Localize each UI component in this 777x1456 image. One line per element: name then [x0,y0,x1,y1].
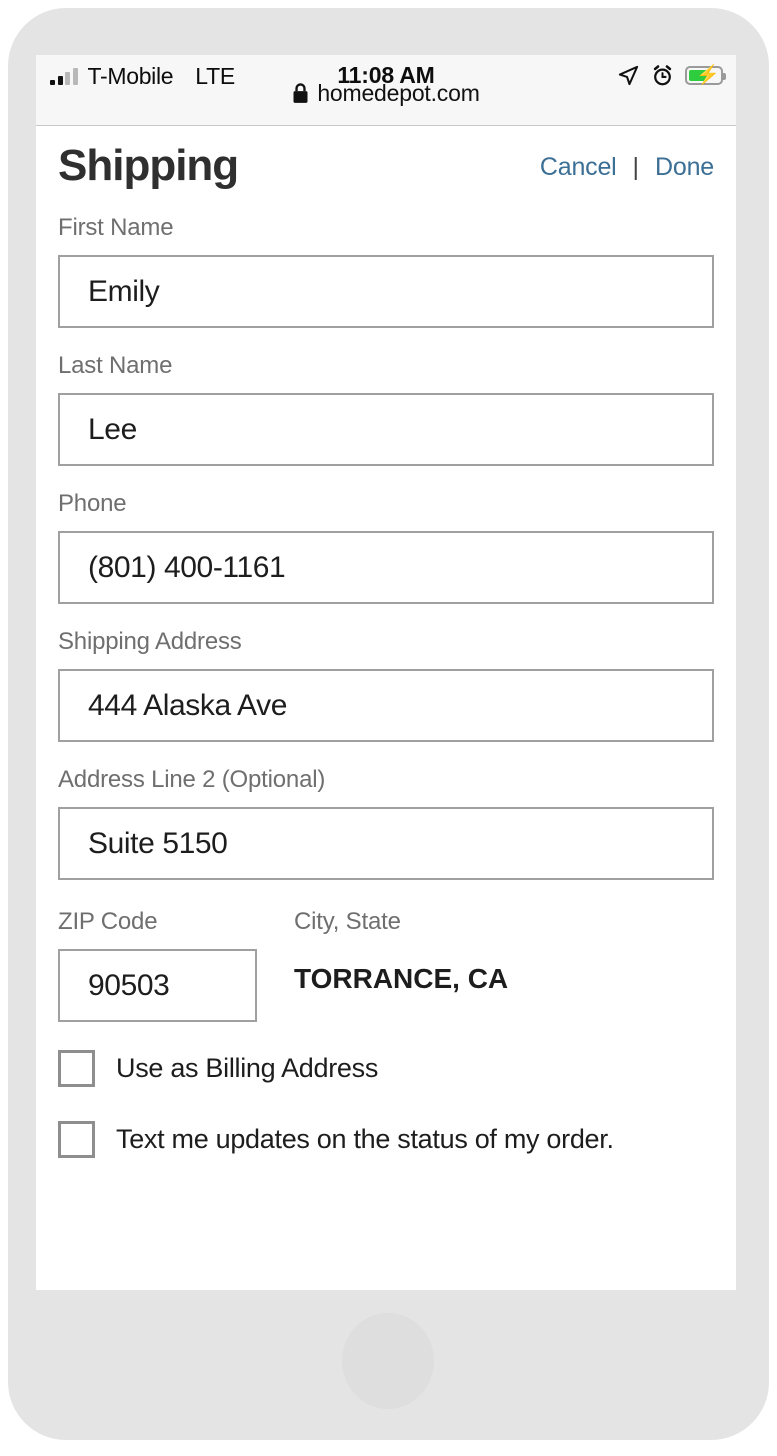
field-city-state: City, State TORRANCE, CA [294,908,508,1022]
lock-icon [292,82,309,104]
field-address-line-2: Address Line 2 (Optional) Suite 5150 [58,766,714,880]
shipping-form: First Name Emily Last Name Lee Phone (80… [36,214,736,1158]
device-screen: T-Mobile LTE 11:08 AM ⚡ homedepot.com Sh… [36,55,736,1290]
page-title: Shipping [58,141,239,190]
page-header: Shipping Cancel | Done [36,126,736,204]
home-button[interactable] [342,1313,434,1409]
screenshot-root: T-Mobile LTE 11:08 AM ⚡ homedepot.com Sh… [0,0,777,1456]
first-name-label: First Name [58,214,174,241]
battery-charging-icon: ⚡ [685,66,726,85]
field-first-name: First Name Emily [58,214,714,328]
header-divider: | [632,153,640,181]
field-zip-code: ZIP Code 90503 [58,908,257,1022]
address-line-2-label: Address Line 2 (Optional) [58,766,326,793]
header-actions: Cancel | Done [540,153,714,182]
text-updates-checkbox-row[interactable]: Text me updates on the status of my orde… [58,1121,714,1158]
field-phone: Phone (801) 400-1161 [58,490,714,604]
done-button[interactable]: Done [655,153,714,182]
last-name-label: Last Name [58,352,173,379]
alarm-clock-icon [651,64,674,87]
field-last-name: Last Name Lee [58,352,714,466]
status-bar: T-Mobile LTE 11:08 AM ⚡ homedepot.com [36,55,736,126]
shipping-address-label: Shipping Address [58,628,242,655]
city-state-label: City, State [294,908,401,935]
field-shipping-address: Shipping Address 444 Alaska Ave [58,628,714,742]
first-name-input[interactable]: Emily [58,255,714,328]
status-bar-right: ⚡ [617,64,726,87]
location-arrow-icon [617,64,640,87]
url-text: homedepot.com [317,79,480,106]
shipping-address-input[interactable]: 444 Alaska Ave [58,669,714,742]
phone-label: Phone [58,490,127,517]
cancel-button[interactable]: Cancel [540,153,617,182]
address-line-2-input[interactable]: Suite 5150 [58,807,714,880]
phone-input[interactable]: (801) 400-1161 [58,531,714,604]
zip-code-input[interactable]: 90503 [58,949,257,1022]
billing-address-label: Use as Billing Address [116,1053,379,1083]
billing-address-checkbox-row[interactable]: Use as Billing Address [58,1050,714,1087]
text-updates-label: Text me updates on the status of my orde… [116,1124,614,1154]
zip-code-label: ZIP Code [58,908,158,935]
text-updates-checkbox[interactable] [58,1121,95,1158]
city-state-value: TORRANCE, CA [294,963,509,994]
billing-address-checkbox[interactable] [58,1050,95,1087]
zip-city-row: ZIP Code 90503 City, State TORRANCE, CA [58,908,714,1022]
last-name-input[interactable]: Lee [58,393,714,466]
